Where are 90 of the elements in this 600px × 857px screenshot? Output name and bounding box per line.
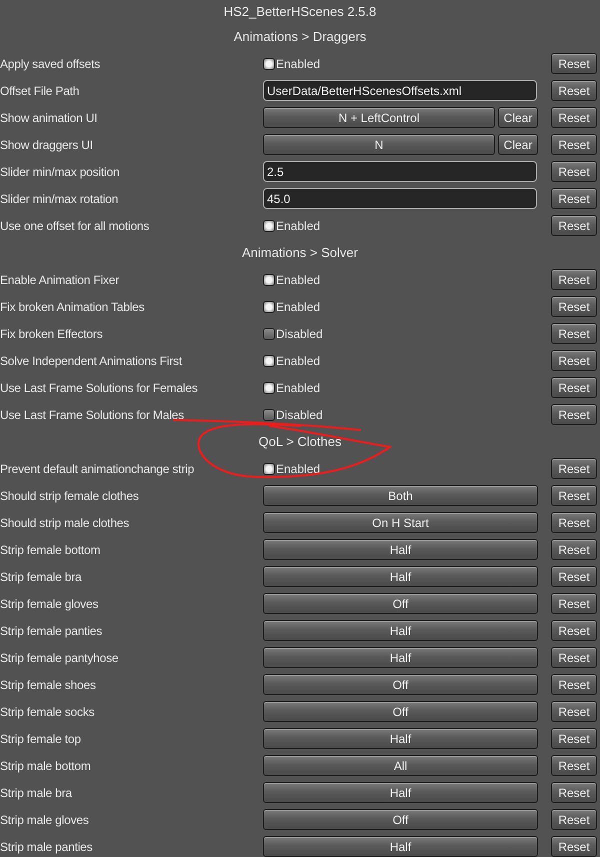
reset-button[interactable]: Reset (551, 350, 597, 371)
reset-button[interactable]: Reset (551, 809, 597, 830)
hotkey-button[interactable]: N (263, 134, 495, 155)
setting-label: Strip male panties (0, 840, 94, 854)
setting-label: Should strip male clothes (0, 516, 130, 530)
setting-label: Use Last Frame Solutions for Males (0, 408, 185, 422)
reset-button[interactable]: Reset (551, 188, 597, 209)
reset-button[interactable]: Reset (551, 620, 597, 641)
option-button[interactable]: Half (263, 620, 538, 641)
setting-label: Show animation UI (0, 110, 98, 124)
setting-label: Enable Animation Fixer (0, 272, 120, 286)
setting-label: Strip female socks (0, 704, 96, 718)
reset-button[interactable]: Reset (551, 323, 597, 344)
reset-button[interactable]: Reset (551, 485, 597, 506)
setting-label: Fix broken Effectors (0, 326, 104, 340)
setting-label: Strip female bottom (0, 542, 102, 556)
option-button[interactable]: All (263, 755, 538, 776)
enabled-checkbox[interactable]: Enabled (263, 56, 320, 70)
option-button[interactable]: Half (263, 539, 538, 560)
reset-button[interactable]: Reset (551, 674, 597, 695)
reset-button[interactable]: Reset (551, 755, 597, 776)
reset-button[interactable]: Reset (551, 782, 597, 803)
reset-button[interactable]: Reset (551, 458, 597, 479)
setting-label: Strip female shoes (0, 678, 97, 692)
reset-button[interactable]: Reset (551, 512, 597, 533)
setting-label: Strip female bra (0, 570, 83, 584)
setting-label: Should strip female clothes (0, 488, 140, 502)
reset-button[interactable]: Reset (551, 404, 597, 425)
input-field[interactable]: UserData/BetterHScenesOffsets.xml (263, 80, 537, 101)
reset-button[interactable]: Reset (551, 215, 597, 236)
reset-button[interactable]: Reset (551, 269, 597, 290)
enabled-checkbox[interactable]: Enabled (263, 218, 320, 232)
option-button[interactable]: On H Start (263, 512, 538, 533)
reset-button[interactable]: Reset (551, 53, 597, 74)
enabled-checkbox[interactable]: Enabled (263, 380, 320, 394)
option-button[interactable]: Half (263, 647, 538, 668)
reset-button[interactable]: Reset (551, 728, 597, 749)
option-button[interactable]: Half (263, 782, 538, 803)
enabled-checkbox[interactable]: Disabled (263, 408, 323, 422)
reset-button[interactable]: Reset (551, 539, 597, 560)
option-button[interactable]: Half (263, 566, 538, 587)
reset-button[interactable]: Reset (551, 107, 597, 128)
hotkey-button[interactable]: N + LeftControl (263, 107, 495, 128)
setting-label: Use Last Frame Solutions for Females (0, 380, 199, 394)
enabled-checkbox[interactable]: Enabled (263, 300, 320, 314)
setting-label: Strip male bottom (0, 758, 92, 772)
setting-label: Slider min/max position (0, 164, 120, 178)
reset-button[interactable]: Reset (551, 701, 597, 722)
setting-label: Strip male bra (0, 786, 73, 800)
input-field[interactable]: 2.5 (263, 161, 537, 182)
reset-button[interactable]: Reset (551, 134, 597, 155)
setting-label: Use one offset for all motions (0, 218, 150, 232)
option-button[interactable]: Half (263, 728, 538, 749)
input-field[interactable]: 45.0 (263, 188, 537, 209)
reset-button[interactable]: Reset (551, 161, 597, 182)
setting-label: Prevent default animationchange strip (0, 462, 196, 476)
option-button[interactable]: Off (263, 593, 538, 614)
enabled-checkbox[interactable]: Disabled (263, 326, 323, 340)
setting-label: Show draggers UI (0, 138, 94, 152)
setting-label: Offset File Path (0, 84, 80, 98)
setting-label: Strip male gloves (0, 812, 90, 826)
window-title: HS2_BetterHScenes 2.5.8 (222, 3, 378, 21)
reset-button[interactable]: Reset (551, 377, 597, 398)
reset-button[interactable]: Reset (551, 647, 597, 668)
setting-label: Apply saved offsets (0, 56, 102, 70)
reset-button[interactable]: Reset (551, 593, 597, 614)
clear-button[interactable]: Clear (498, 134, 538, 155)
enabled-checkbox[interactable]: Enabled (263, 354, 320, 368)
setting-label: Strip female panties (0, 624, 104, 638)
option-button[interactable]: Off (263, 674, 538, 695)
option-button[interactable]: Both (263, 485, 538, 506)
setting-label: Fix broken Animation Tables (0, 300, 146, 314)
reset-button[interactable]: Reset (551, 80, 597, 101)
reset-button[interactable]: Reset (551, 566, 597, 587)
setting-label: Strip female pantyhose (0, 650, 120, 664)
option-button[interactable]: Off (263, 701, 538, 722)
section-heading: Animations > Draggers (232, 28, 368, 46)
section-heading: QoL > Clothes (258, 433, 342, 451)
enabled-checkbox[interactable]: Enabled (263, 272, 320, 286)
option-button[interactable]: Half (263, 836, 538, 857)
setting-label: Strip female gloves (0, 596, 100, 610)
clear-button[interactable]: Clear (498, 107, 538, 128)
reset-button[interactable]: Reset (551, 836, 597, 857)
enabled-checkbox[interactable]: Enabled (263, 462, 320, 476)
reset-button[interactable]: Reset (551, 296, 597, 317)
setting-label: Solve Independent Animations First (0, 354, 184, 368)
setting-label: Slider min/max rotation (0, 192, 120, 206)
setting-label: Strip female top (0, 732, 82, 746)
option-button[interactable]: Off (263, 809, 538, 830)
section-heading: Animations > Solver (241, 244, 359, 262)
